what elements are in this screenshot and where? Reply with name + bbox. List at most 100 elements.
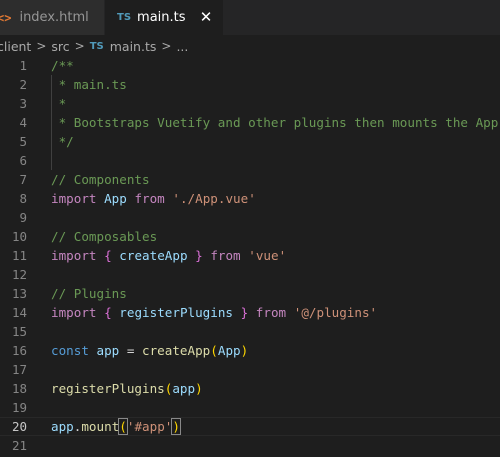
line-number: 3: [19, 96, 27, 111]
code-token: ): [195, 381, 203, 396]
code-token: registerPlugins: [119, 305, 234, 320]
line-content: import App from './App.vue': [51, 189, 256, 208]
tab-label: main.ts: [137, 10, 186, 25]
code-token: 'vue': [248, 248, 287, 263]
line-number: 19: [11, 400, 27, 415]
code-token: app: [51, 419, 74, 434]
code-token: registerPlugins: [51, 381, 165, 396]
tab-main-ts[interactable]: TS main.ts ✕: [105, 0, 223, 35]
code-line[interactable]: 21: [0, 436, 500, 455]
code-line[interactable]: 17: [0, 360, 500, 379]
code-token: import: [51, 305, 97, 320]
line-number: 12: [11, 267, 27, 282]
breadcrumb-item-symbols[interactable]: ...: [176, 39, 188, 54]
chevron-right-icon: >: [161, 39, 172, 53]
line-number: 2: [19, 77, 27, 92]
code-line[interactable]: 13 // Plugins: [0, 284, 500, 303]
line-content: import { createApp } from 'vue': [51, 246, 286, 265]
code-token: from: [210, 248, 241, 263]
breadcrumb: client > src > TS main.ts > ...: [0, 35, 500, 57]
line-content: */: [51, 132, 74, 151]
html-file-icon: <>: [0, 10, 12, 25]
code-token: createApp: [142, 343, 211, 358]
line-number: 21: [11, 438, 27, 453]
line-number: 7: [19, 172, 27, 187]
line-number: 14: [11, 305, 27, 320]
breadcrumb-item-file[interactable]: main.ts: [110, 39, 157, 54]
code-token: import: [51, 191, 97, 206]
code-token: app: [172, 381, 196, 396]
line-content: app.mount('#app'): [51, 417, 181, 436]
typescript-file-icon: TS: [117, 12, 132, 23]
code-token: (: [118, 418, 128, 435]
code-token: '@/plugins': [293, 305, 378, 320]
code-line[interactable]: 11 import { createApp } from 'vue': [0, 246, 500, 265]
breadcrumb-item-src[interactable]: src: [51, 39, 69, 54]
code-token: App: [104, 191, 127, 206]
tab-label: index.html: [19, 10, 89, 25]
code-line[interactable]: 14 import { registerPlugins } from '@/plu…: [0, 303, 500, 322]
code-line[interactable]: 15: [0, 322, 500, 341]
code-token: '#app': [126, 419, 173, 434]
line-content: // Plugins: [51, 284, 127, 303]
code-line[interactable]: 19: [0, 398, 500, 417]
code-line[interactable]: 4 * Bootstraps Vuetify and other plugins…: [0, 113, 500, 132]
line-number: 9: [19, 210, 27, 225]
code-token: * Bootstraps Vuetify and other plugins t…: [51, 115, 499, 130]
code-line[interactable]: 7 // Components: [0, 170, 500, 189]
line-content: // Composables: [51, 227, 157, 246]
code-line[interactable]: 8 import App from './App.vue': [0, 189, 500, 208]
line-content: * Bootstraps Vuetify and other plugins t…: [51, 113, 499, 132]
code-line[interactable]: 20 app.mount('#app'): [0, 417, 500, 436]
code-line[interactable]: 16 const app = createApp(App): [0, 341, 500, 360]
code-line[interactable]: 6: [0, 151, 500, 170]
code-area[interactable]: 1/** 2 * main.ts 3 * 4 * Bootstraps Vuetify…: [0, 56, 500, 457]
code-line[interactable]: 18 registerPlugins(app): [0, 379, 500, 398]
line-content: /**: [51, 56, 74, 75]
code-token: */: [51, 134, 74, 149]
code-token: // Composables: [51, 229, 158, 244]
code-token: from: [255, 305, 287, 320]
code-line[interactable]: 3 *: [0, 94, 500, 113]
code-token: /**: [51, 58, 74, 73]
code-line[interactable]: 12: [0, 265, 500, 284]
code-line[interactable]: 1 /**: [0, 56, 500, 75]
code-token: ): [240, 343, 249, 358]
code-token: {: [104, 305, 112, 320]
code-token: createApp: [119, 248, 188, 263]
line-content: // Components: [51, 170, 150, 189]
code-line[interactable]: 10 // Composables: [0, 227, 500, 246]
line-number: 10: [11, 229, 27, 244]
line-number: 4: [19, 115, 27, 130]
line-number: 6: [19, 153, 27, 168]
code-line[interactable]: 5 */: [0, 132, 500, 151]
code-token: *: [51, 96, 67, 111]
line-number: 17: [11, 362, 27, 377]
code-token: // Plugins: [51, 286, 127, 301]
line-number: 16: [11, 343, 27, 358]
code-line[interactable]: 2 * main.ts: [0, 75, 500, 94]
chevron-right-icon: >: [74, 39, 85, 53]
line-number: 11: [11, 248, 27, 263]
code-token: mount: [81, 419, 120, 434]
close-icon[interactable]: ✕: [197, 8, 215, 26]
code-token: App: [217, 343, 241, 358]
line-content: const app = createApp(App): [51, 341, 248, 360]
line-content: import { registerPlugins } from '@/plugi…: [51, 303, 377, 322]
tab-bar: <> index.html TS main.ts ✕: [0, 0, 500, 35]
line-content: * main.ts: [51, 75, 127, 94]
line-content: registerPlugins(app): [51, 379, 203, 398]
line-number: 13: [11, 286, 27, 301]
code-line[interactable]: 9: [0, 208, 500, 227]
breadcrumb-item-client[interactable]: client: [0, 39, 31, 54]
code-token: // Components: [51, 172, 150, 187]
code-token: from: [134, 191, 165, 206]
tab-index-html[interactable]: <> index.html: [0, 0, 104, 35]
